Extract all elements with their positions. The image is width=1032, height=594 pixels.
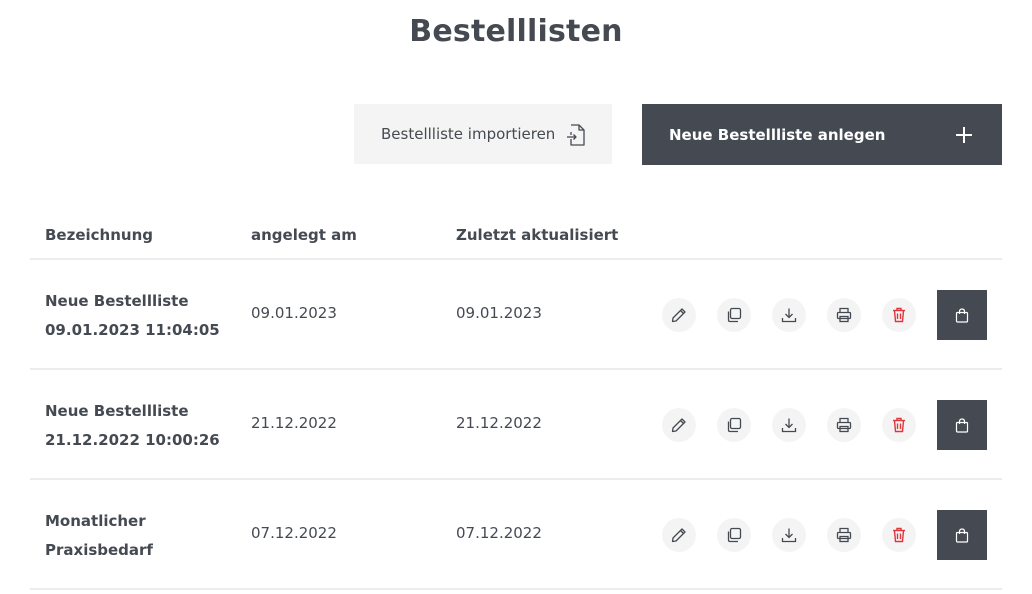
list-name-line1: Neue Bestellliste — [45, 292, 189, 310]
add-to-cart-button[interactable] — [937, 290, 987, 340]
new-list-label: Neue Bestellliste anlegen — [669, 125, 886, 144]
trash-icon — [893, 307, 905, 323]
shopping-bag-icon — [955, 417, 969, 433]
download-button[interactable] — [772, 298, 806, 332]
edit-button[interactable] — [662, 408, 696, 442]
print-button[interactable] — [827, 408, 861, 442]
trash-icon — [893, 417, 905, 433]
created-date: 09.01.2023 — [251, 304, 337, 322]
duplicate-button[interactable] — [717, 298, 751, 332]
import-list-button[interactable]: Bestellliste importieren — [354, 104, 612, 164]
list-name-line1: Monatlicher — [45, 512, 146, 530]
file-import-icon — [567, 124, 585, 146]
download-button[interactable] — [772, 518, 806, 552]
printer-icon — [836, 307, 852, 323]
list-name-line2: 21.12.2022 10:00:26 — [45, 431, 220, 449]
pencil-icon — [671, 418, 686, 433]
list-name[interactable]: Monatlicher Praxisbedarf — [45, 507, 245, 565]
download-icon — [781, 308, 797, 323]
updated-date: 21.12.2022 — [456, 414, 542, 432]
printer-icon — [836, 527, 852, 543]
table-row: Neue Bestellliste 21.12.2022 10:00:26 21… — [30, 370, 1002, 480]
column-header-name: Bezeichnung — [45, 226, 153, 244]
new-list-button[interactable]: Neue Bestellliste anlegen — [642, 104, 1002, 165]
copy-icon — [727, 417, 742, 433]
download-button[interactable] — [772, 408, 806, 442]
table-row: Neue Bestellliste 09.01.2023 11:04:05 09… — [30, 260, 1002, 370]
updated-date: 09.01.2023 — [456, 304, 542, 322]
column-header-created: angelegt am — [251, 226, 357, 244]
download-icon — [781, 418, 797, 433]
list-name[interactable]: Neue Bestellliste 21.12.2022 10:00:26 — [45, 397, 245, 455]
shopping-bag-icon — [955, 307, 969, 323]
print-button[interactable] — [827, 518, 861, 552]
add-to-cart-button[interactable] — [937, 510, 987, 560]
print-button[interactable] — [827, 298, 861, 332]
page-title: Bestelllisten — [409, 14, 623, 49]
trash-icon — [893, 527, 905, 543]
table-row: Monatlicher Praxisbedarf 07.12.2022 07.1… — [30, 480, 1002, 590]
import-list-label: Bestellliste importieren — [381, 125, 556, 143]
column-header-updated: Zuletzt aktualisiert — [456, 226, 619, 244]
delete-button[interactable] — [882, 408, 916, 442]
list-name-line1: Neue Bestellliste — [45, 402, 189, 420]
list-name[interactable]: Neue Bestellliste 09.01.2023 11:04:05 — [45, 287, 245, 345]
order-lists-table: Bezeichnung angelegt am Zuletzt aktualis… — [30, 210, 1002, 590]
created-date: 07.12.2022 — [251, 524, 337, 542]
delete-button[interactable] — [882, 298, 916, 332]
edit-button[interactable] — [662, 298, 696, 332]
copy-icon — [727, 527, 742, 543]
pencil-icon — [671, 308, 686, 323]
edit-button[interactable] — [662, 518, 696, 552]
shopping-bag-icon — [955, 527, 969, 543]
list-name-line2: Praxisbedarf — [45, 541, 153, 559]
download-icon — [781, 528, 797, 543]
duplicate-button[interactable] — [717, 518, 751, 552]
printer-icon — [836, 417, 852, 433]
list-name-line2: 09.01.2023 11:04:05 — [45, 321, 220, 339]
updated-date: 07.12.2022 — [456, 524, 542, 542]
delete-button[interactable] — [882, 518, 916, 552]
pencil-icon — [671, 528, 686, 543]
created-date: 21.12.2022 — [251, 414, 337, 432]
duplicate-button[interactable] — [717, 408, 751, 442]
add-to-cart-button[interactable] — [937, 400, 987, 450]
copy-icon — [727, 307, 742, 323]
plus-icon — [956, 127, 972, 143]
table-header: Bezeichnung angelegt am Zuletzt aktualis… — [30, 210, 1002, 260]
